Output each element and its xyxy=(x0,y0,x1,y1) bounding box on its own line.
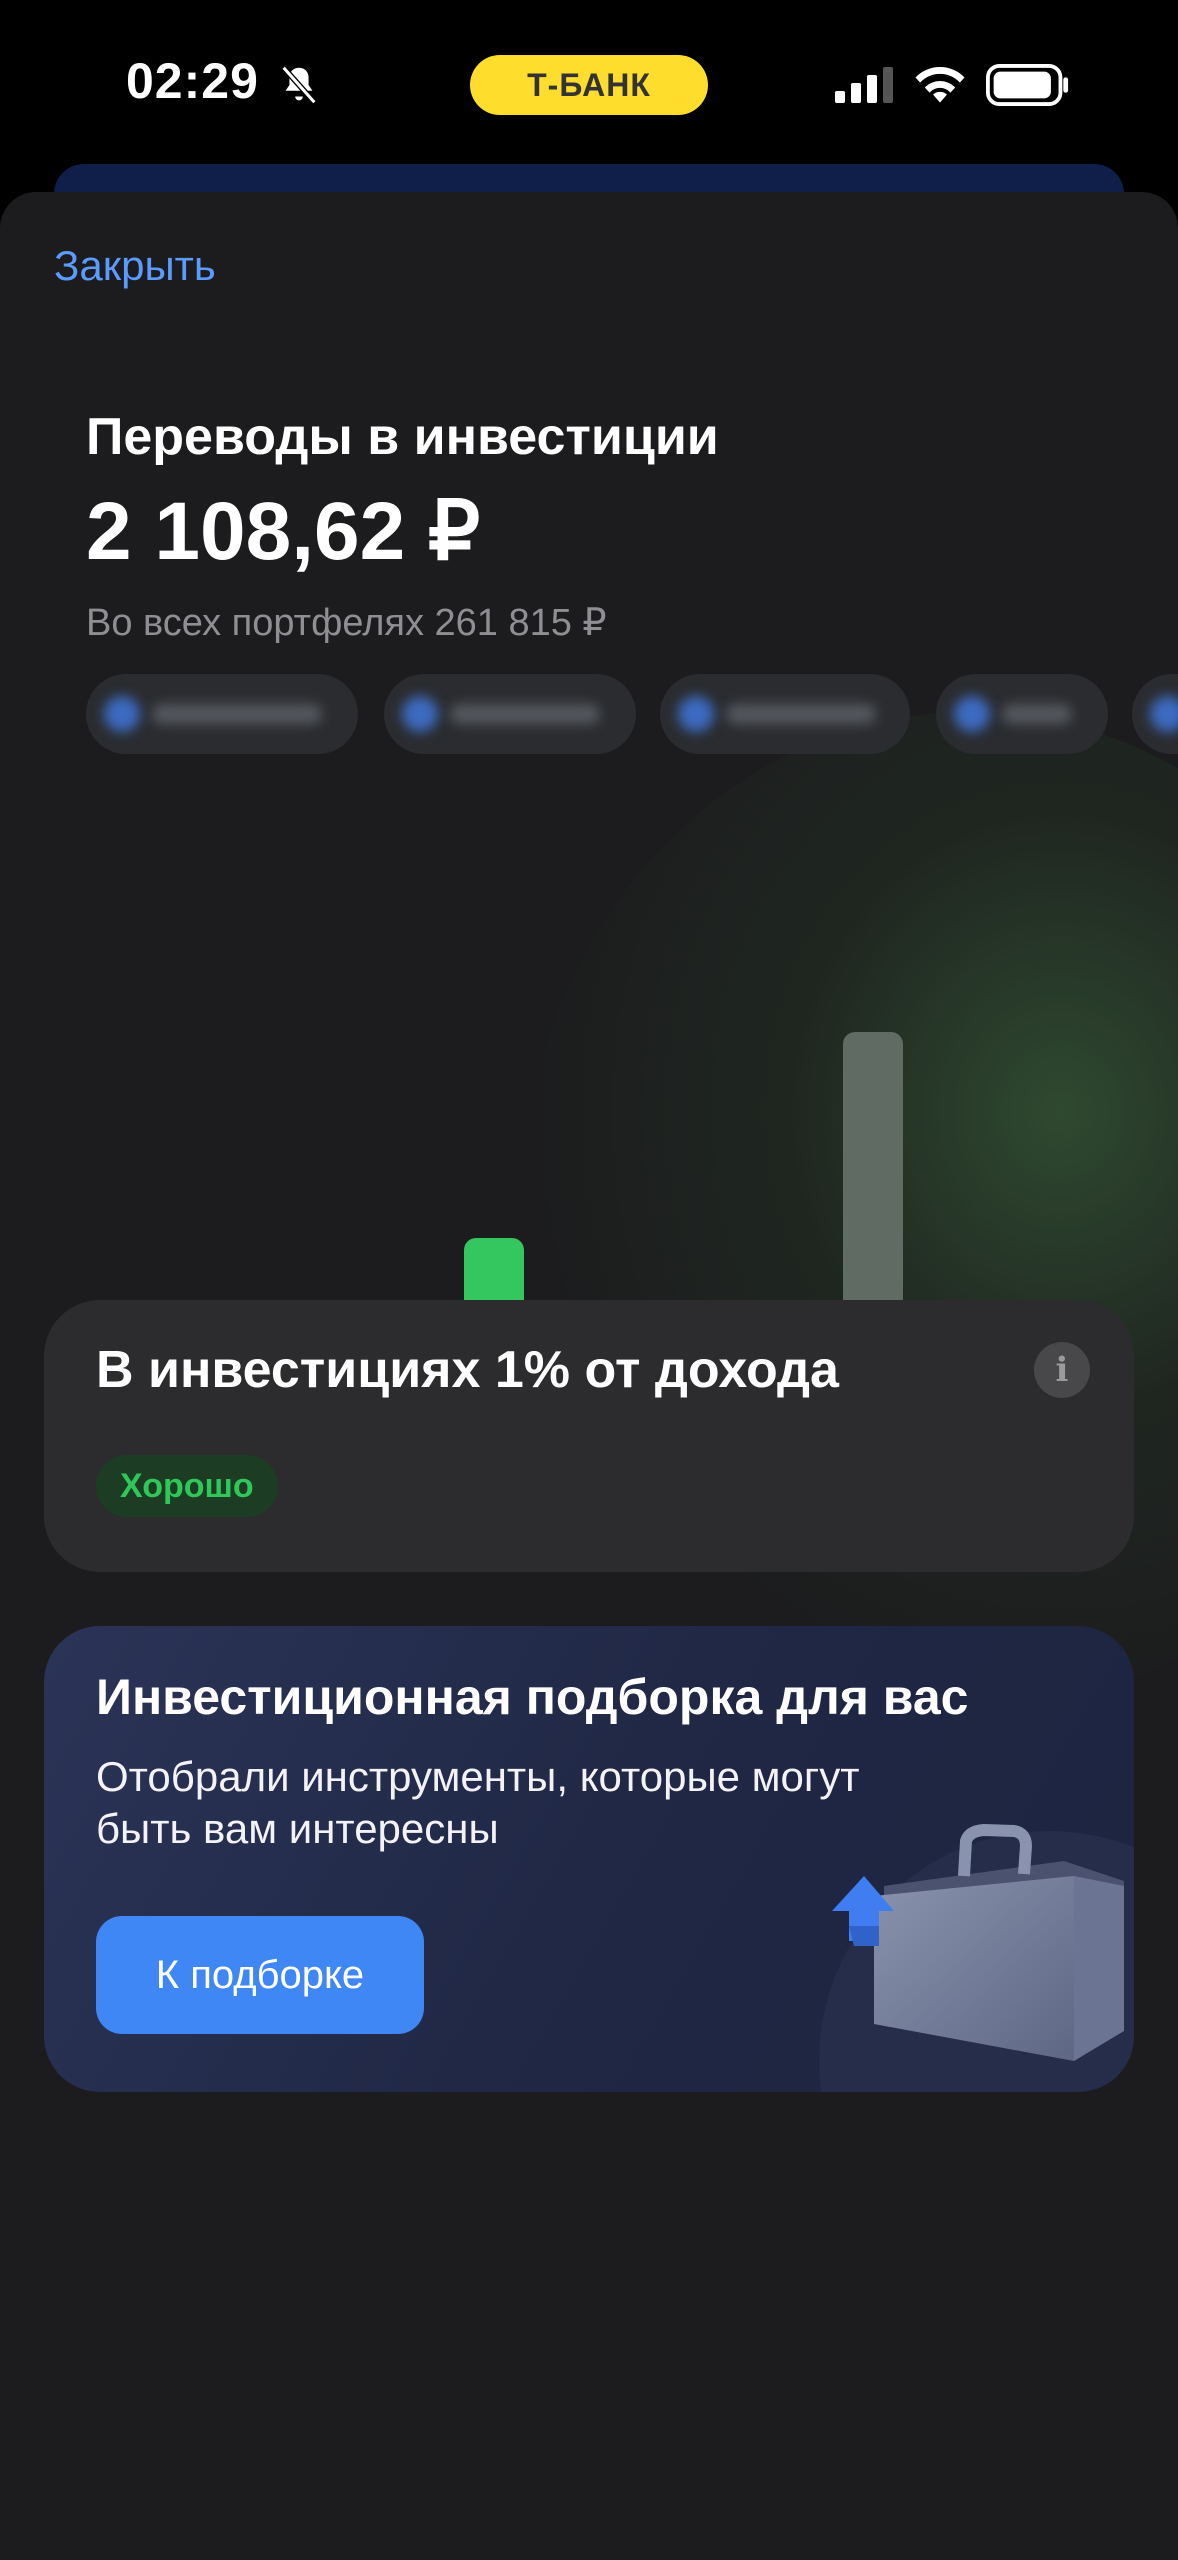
briefcase-icon xyxy=(832,1823,1124,2061)
wifi-icon xyxy=(915,66,965,103)
investment-selection-card[interactable]: Инвестиционная подборка для вас Отобрали… xyxy=(44,1626,1134,2092)
income-ratio-title: В инвестициях 1% от дохода xyxy=(96,1341,839,1399)
portfolio-chip[interactable] xyxy=(384,674,636,754)
close-button[interactable]: Закрыть xyxy=(54,242,216,290)
signal-icon xyxy=(835,67,893,103)
open-selection-button[interactable]: К подборке xyxy=(96,1916,424,2034)
portfolio-chip[interactable] xyxy=(86,674,358,754)
status-badge: Хорошо xyxy=(96,1455,278,1517)
income-ratio-card[interactable]: В инвестициях 1% от дохода i Хорошо xyxy=(44,1300,1134,1572)
portfolio-chip[interactable] xyxy=(660,674,910,754)
promo-title: Инвестиционная подборка для вас xyxy=(96,1669,969,1725)
investment-transfers-sheet: Закрыть Переводы в инвестиции 2 108,62 ₽… xyxy=(0,192,1178,2560)
portfolio-chips xyxy=(86,674,1178,754)
carrier-badge: Т-БАНК xyxy=(470,55,708,115)
status-time: 02:29 xyxy=(126,53,259,109)
promo-subtitle: Отобрали инструменты, которые могут быть… xyxy=(96,1753,860,1852)
portfolio-chip[interactable] xyxy=(936,674,1108,754)
info-icon[interactable]: i xyxy=(1034,1342,1090,1398)
bell-off-icon xyxy=(281,65,317,105)
portfolios-total: Во всех портфелях 261 815 ₽ xyxy=(86,602,607,644)
page-title: Переводы в инвестиции xyxy=(86,408,719,466)
battery-icon xyxy=(986,64,1069,106)
portfolio-chip[interactable] xyxy=(1132,674,1178,754)
status-bar: 02:29 Т-БАНК xyxy=(0,0,1178,170)
total-amount: 2 108,62 ₽ xyxy=(86,486,481,577)
